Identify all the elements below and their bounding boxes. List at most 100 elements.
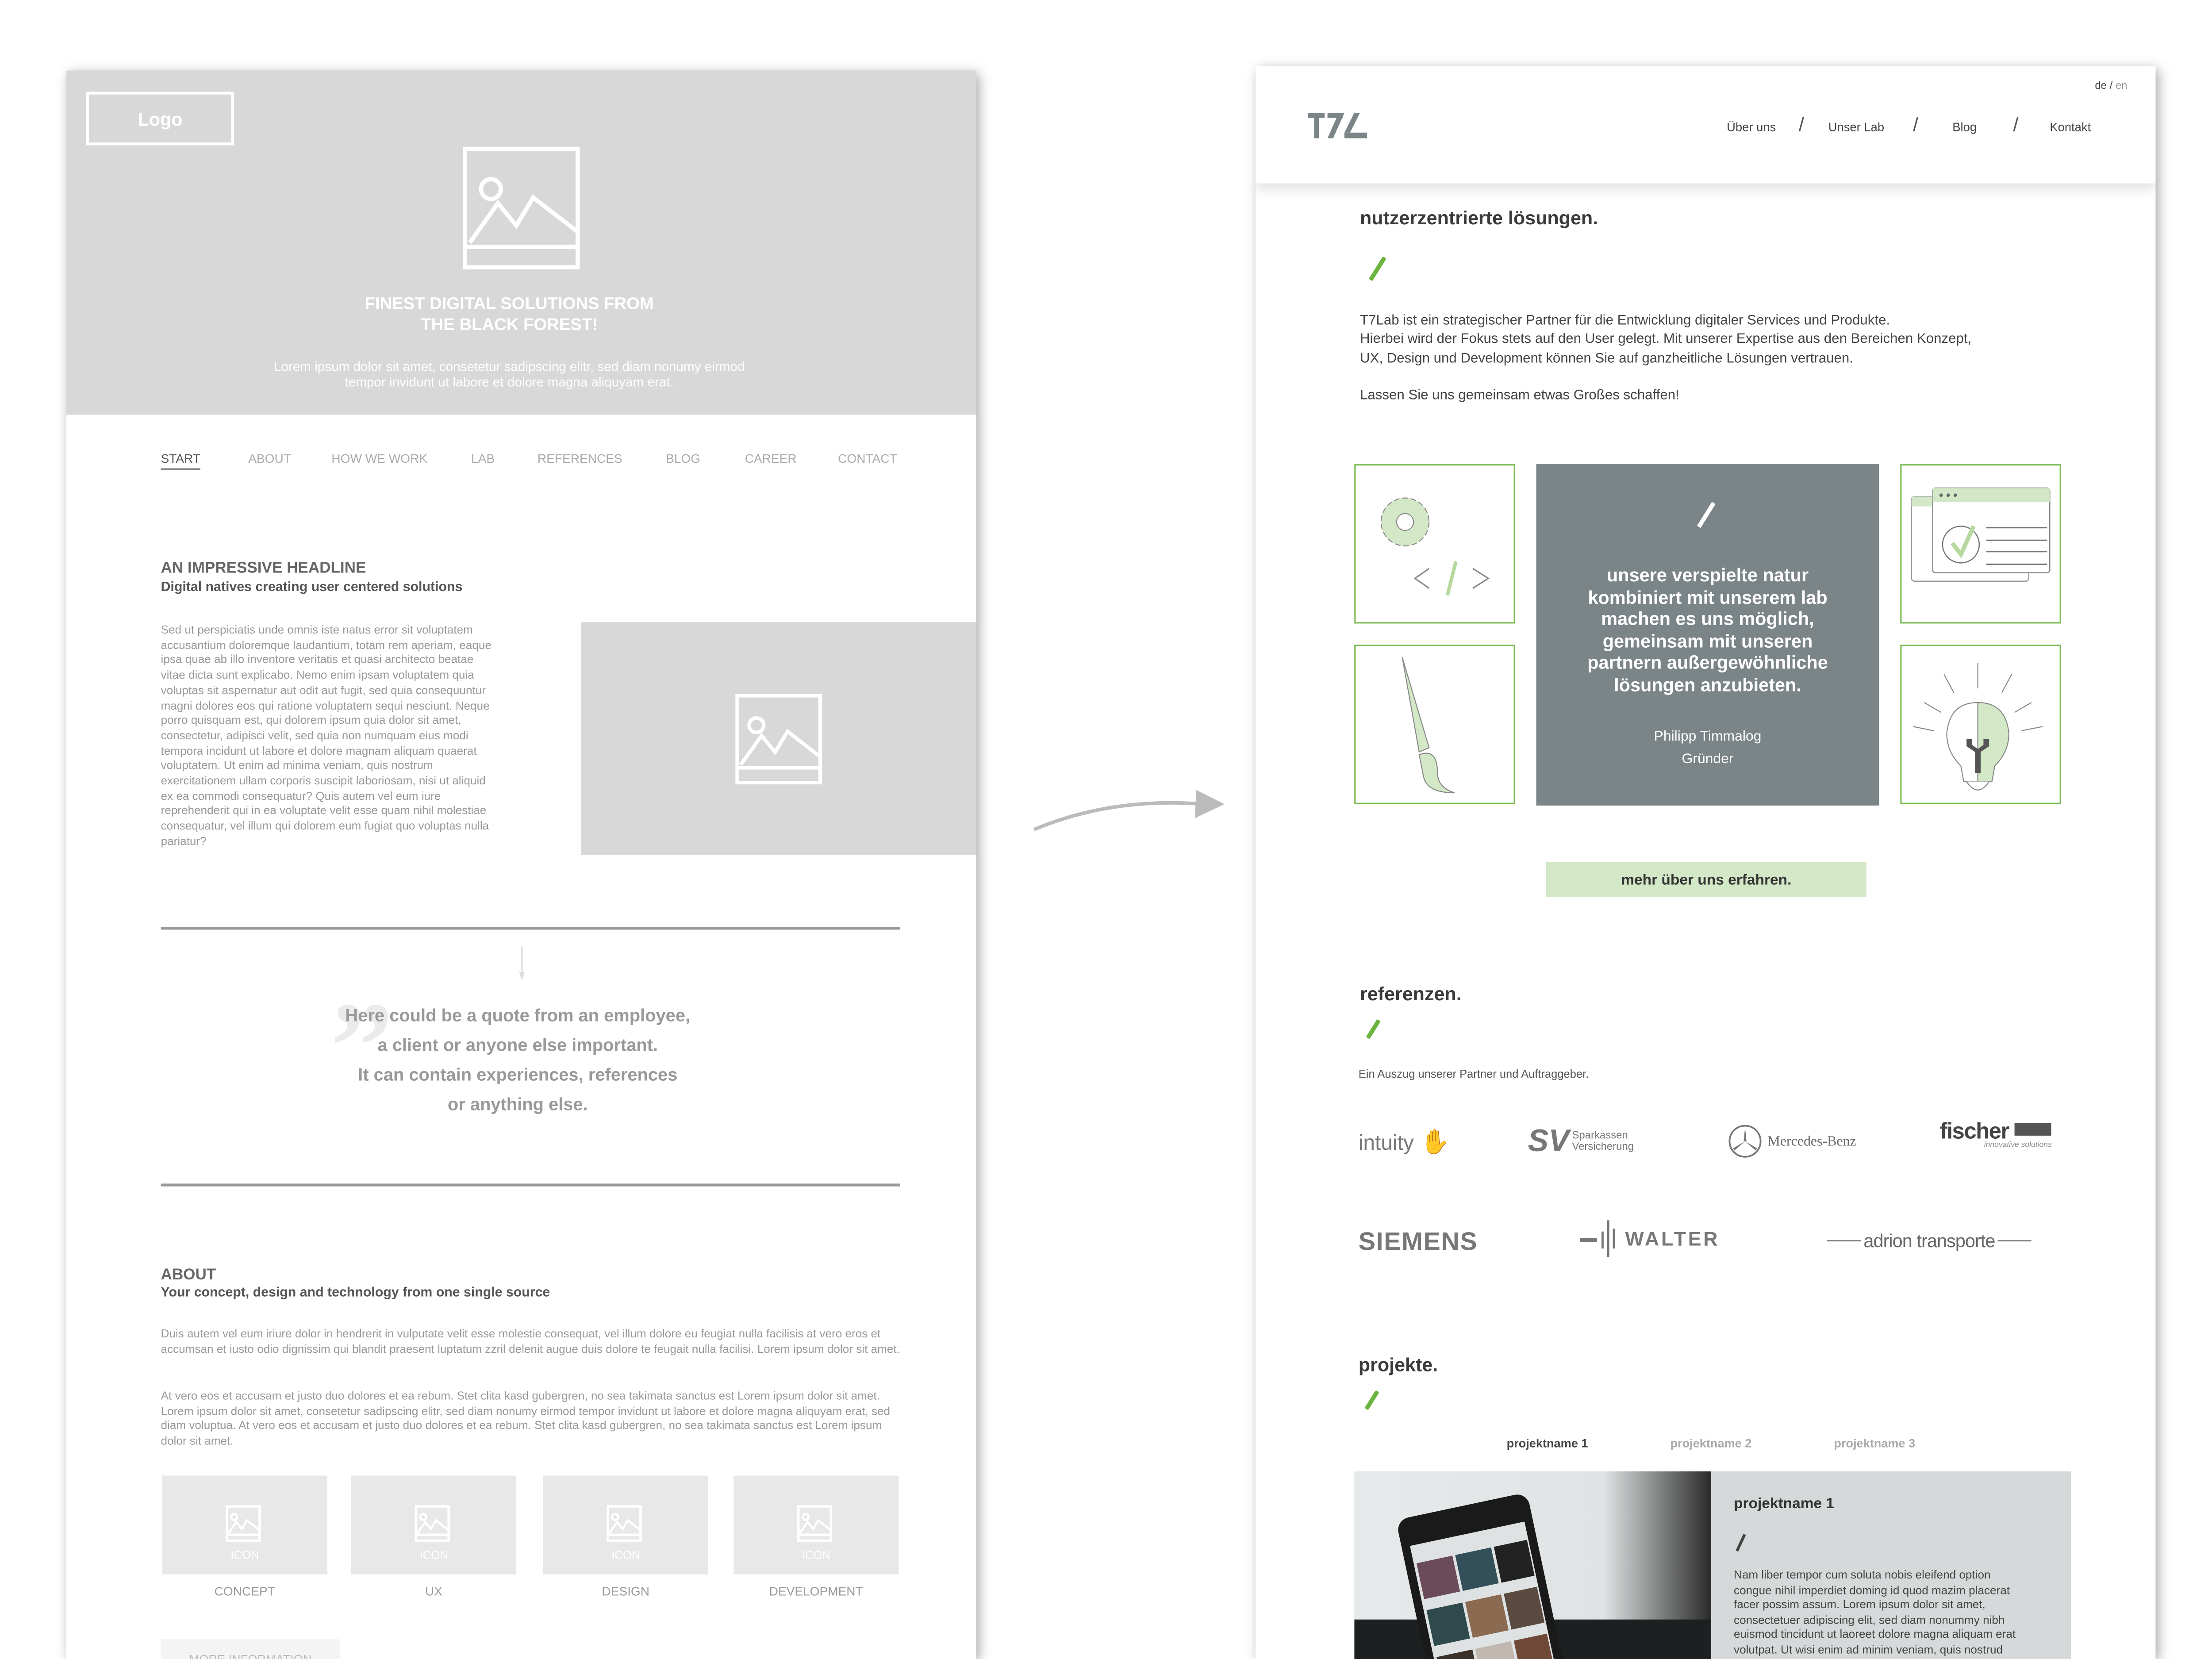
project-line: consectetuer adipiscing elit, sed diam n… [1734,1613,2005,1626]
service-icon-box-concept[interactable]: ICON [162,1475,327,1575]
green-slash-icon [1368,256,1386,281]
browser-check-icon [1911,488,2051,582]
nav-blog[interactable]: BLOG [666,451,700,465]
hero-subtitle: Lorem ipsum dolor sit amet, consetetur s… [66,360,952,391]
nav-unser-lab[interactable]: Unser Lab [1828,120,1884,134]
card-development [1354,464,1515,624]
logo-adrion[interactable]: adrion transporte [1827,1230,2032,1252]
service-label: DEVELOPMENT [769,1584,863,1598]
fischer-fish-icon [2015,1123,2052,1136]
about-title: ABOUT [161,1267,216,1284]
image-placeholder-icon [462,146,580,270]
walter-wave-icon [1580,1220,1615,1257]
site-header: de / en Über uns / Unser Lab / Blog / Ko… [1256,66,2156,184]
arrow-down-icon [519,946,525,981]
hero-title-line: FINEST DIGITAL SOLUTIONS FROM [365,293,654,313]
service-label: UX [425,1584,443,1598]
sv-mark-icon: SV [1528,1123,1570,1158]
nav-career[interactable]: CAREER [745,451,797,465]
logo-mercedes[interactable]: Mercedes-Benz [1728,1124,1856,1158]
project-tab-1[interactable]: projektname 1 [1507,1436,1588,1450]
white-slash-icon [1697,502,1716,528]
service-label: CONCEPT [214,1584,275,1598]
project-title: projektname 1 [1734,1495,1835,1513]
project-details-panel: projektname 1 Nam liber tempor cum solut… [1711,1471,2071,1659]
design-page: de / en Über uns / Unser Lab / Blog / Ko… [1256,66,2156,1659]
service-icon-box-development[interactable]: ICON [733,1475,899,1575]
gear-code-icon [1380,497,1490,596]
t7lab-logo[interactable] [1307,113,1367,138]
icon-placeholder-label: ICON [611,1549,640,1562]
founder-quote-card: unsere verspielte natur kombiniert mit u… [1536,464,1879,806]
founder-quote-line: kombiniert mit unserem lab [1588,586,1828,607]
project-image [1354,1471,1711,1659]
quote-line: a client or anyone else important. [377,1035,658,1056]
intro-line: T7Lab ist ein strategischer Partner für … [1359,313,1890,329]
hero-text-line: tempor invidunt ut labore et dolore magn… [345,375,674,390]
nav-start[interactable]: START [161,451,200,470]
card-ux [1900,464,2061,624]
image-placeholder-icon [415,1505,450,1542]
service-icon-box-ux[interactable]: ICON [351,1475,517,1575]
icon-placeholder-label: ICON [802,1549,830,1562]
logo-siemens[interactable]: SIEMENS [1359,1227,1478,1257]
service-label: DESIGN [602,1584,649,1598]
image-placeholder-icon [607,1505,642,1542]
comparison-canvas: Logo FINEST DIGITAL SOLUTIONS FROM THE B… [0,0,2212,1659]
card-design [1354,645,1515,804]
logo-intuity-text: intuity [1358,1131,1414,1156]
project-line: Nam liber tempor cum soluta nobis eleife… [1734,1568,1991,1582]
nav-ueber-uns[interactable]: Über uns [1727,120,1776,134]
nav-about[interactable]: ABOUT [248,451,291,465]
project-tab-3[interactable]: projektname 3 [1834,1436,1915,1450]
logo-fischer[interactable]: fischer innovative solutions [1940,1120,2052,1150]
lang-en[interactable]: en [2116,79,2128,92]
logo-adrion-text: adrion transporte [1863,1230,1995,1252]
about-paragraph-1: Duis autem vel eum iriure dolor in hendr… [161,1327,900,1356]
quote-line: It can contain experiences, references [358,1065,678,1085]
divider [161,1183,900,1186]
project-tab-2[interactable]: projektname 2 [1671,1436,1752,1450]
image-placeholder [581,622,976,855]
hero-text-line: Lorem ipsum dolor sit amet, consetetur s… [273,360,745,374]
hero-title-line: THE BLACK FOREST! [421,315,598,334]
quote-text: Here could be a quote from an employee, … [278,1002,757,1120]
about-subtitle: Your concept, design and technology from… [161,1285,550,1301]
green-slash-icon [1366,1019,1381,1040]
project-line: euismod tincidunt ut laoreet dolore magn… [1734,1628,2016,1641]
adrion-line [1997,1240,2032,1242]
nav-contact[interactable]: CONTACT [838,451,897,465]
nav-how-we-work[interactable]: HOW WE WORK [331,451,427,465]
founder-quote-line: lösungen anzubieten. [1614,673,1801,695]
logo-intuity[interactable]: intuity ✋ [1359,1129,1450,1157]
nav-separator-icon: / [1798,113,1805,136]
logo-placeholder[interactable]: Logo [86,92,234,146]
nav-references[interactable]: REFERENCES [538,451,622,465]
logo-mercedes-text: Mercedes-Benz [1767,1133,1856,1149]
lang-separator: / [2109,79,2113,92]
logo-walter[interactable]: WALTER [1580,1220,1720,1257]
lang-de[interactable]: de [2095,79,2107,92]
quote-author-role: Gründer [1682,752,1734,768]
more-information-button[interactable]: MORE INFORMATION [161,1639,340,1659]
image-placeholder-icon [735,694,822,784]
icon-placeholder-label: ICON [230,1549,259,1562]
founder-quote-line: gemeinsam mit unseren [1602,630,1813,651]
logo-sv-sparkassen[interactable]: SV Sparkassen Versicherung [1528,1123,1634,1160]
nav-separator-icon: / [1912,113,1919,136]
founder-quote-line: unsere verspielte natur [1606,564,1809,586]
nav-blog[interactable]: Blog [1952,120,1977,134]
quote-line: Here could be a quote from an employee, [345,1006,691,1026]
section-headline: AN IMPRESSIVE HEADLINE [161,560,366,577]
lightbulb-icon [1912,663,2043,791]
nav-lab[interactable]: LAB [471,451,495,465]
about-us-button[interactable]: mehr über uns erfahren. [1546,862,1866,898]
about-paragraph-2: At vero eos et accusam et justo duo dolo… [161,1389,891,1448]
nav-kontakt[interactable]: Kontakt [2050,120,2091,134]
project-description: Nam liber tempor cum soluta nobis eleife… [1734,1569,2016,1659]
nav-separator-icon: / [2013,113,2019,136]
service-icon-box-design[interactable]: ICON [543,1475,708,1575]
logo-sv-text: Sparkassen Versicherung [1572,1129,1634,1153]
section-subheadline: Digital natives creating user centered s… [161,580,463,595]
intro-cta-text: Lassen Sie uns gemeinsam etwas Großes sc… [1359,388,1679,403]
